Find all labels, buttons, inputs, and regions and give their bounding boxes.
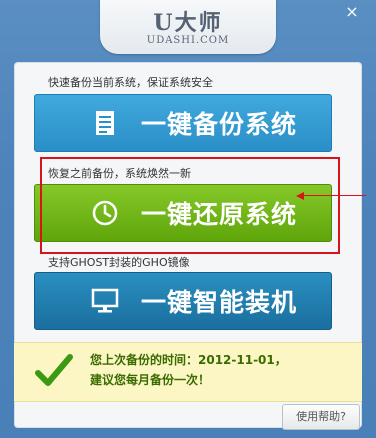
logo-title: U大师 <box>153 10 223 36</box>
monitor-icon <box>75 287 135 315</box>
close-button[interactable]: × <box>336 2 368 22</box>
close-icon: × <box>345 2 359 21</box>
backup-advice: 建议您每月备份一次！ <box>90 373 211 387</box>
logo: U大师 UDASHI.COM <box>100 0 276 54</box>
app-window: U大师 UDASHI.COM × 快速备份当前系统，保证系统安全 一键备份系统 … <box>0 0 376 438</box>
checkmark-icon <box>34 351 74 395</box>
backup-system-button[interactable]: 一键备份系统 <box>34 94 332 152</box>
arrow-left-icon <box>296 192 304 200</box>
backup-notice: 您上次备份的时间：2012-11-01， 建议您每月备份一次！ <box>14 342 362 402</box>
annotation-arrow-line <box>302 195 366 196</box>
backup-caption: 快速备份当前系统，保证系统安全 <box>48 76 213 89</box>
install-caption: 支持GHOST封装的GHO镜像 <box>48 256 190 269</box>
highlight-frame <box>40 157 340 254</box>
help-button[interactable]: 使用帮助? <box>282 404 360 430</box>
logo-url: UDASHI.COM <box>146 35 230 46</box>
document-icon <box>75 109 135 137</box>
smart-install-label: 一键智能装机 <box>141 288 298 317</box>
backup-system-label: 一键备份系统 <box>141 110 298 139</box>
smart-install-button[interactable]: 一键智能装机 <box>34 272 332 330</box>
last-backup-time: 您上次备份的时间：2012-11-01， <box>90 353 287 367</box>
